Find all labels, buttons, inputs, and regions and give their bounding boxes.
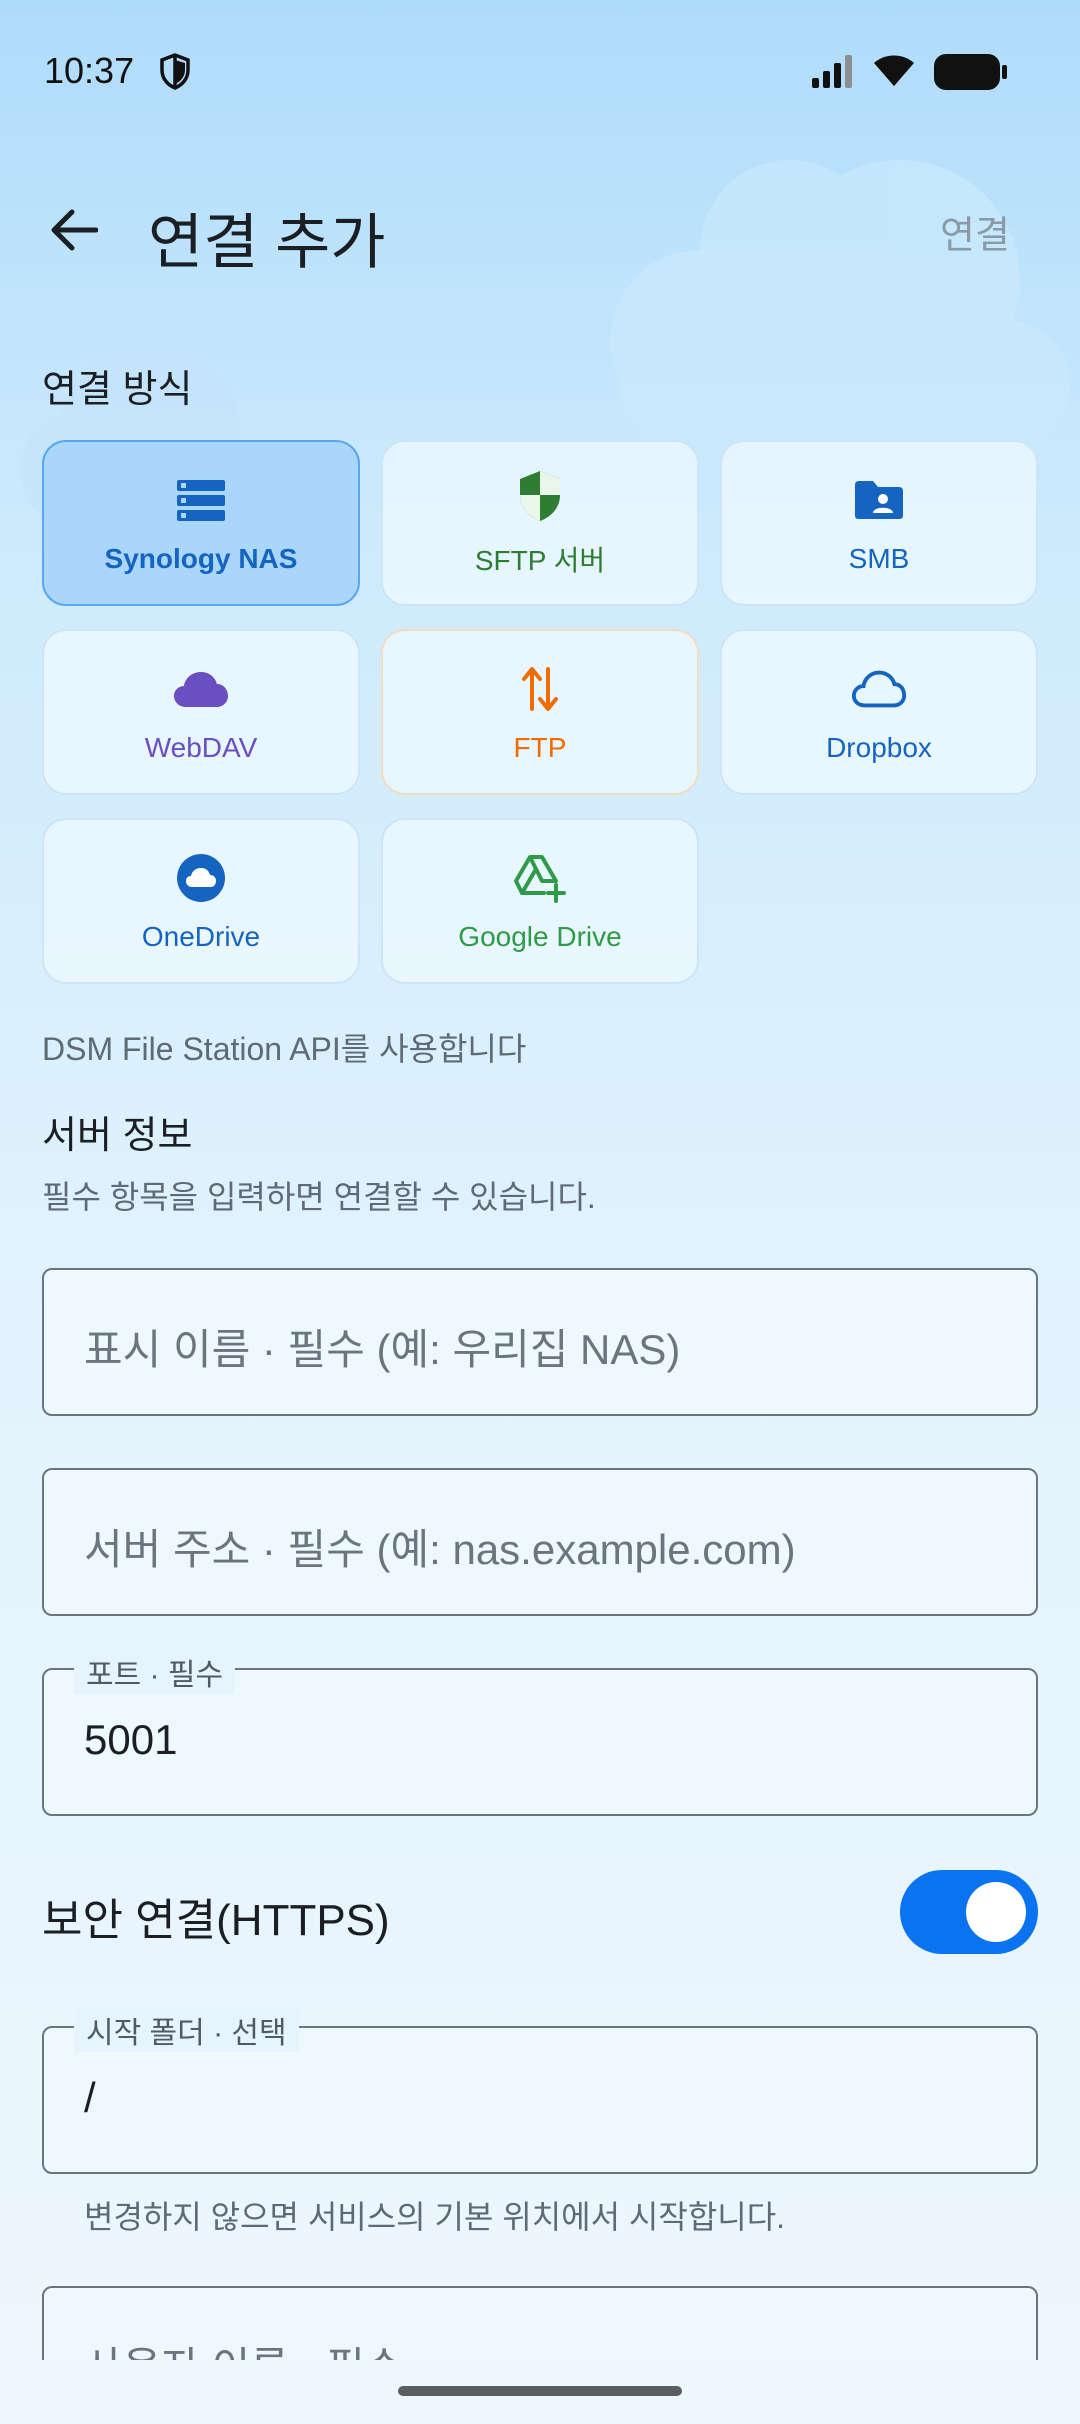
server-stack-icon [177, 480, 225, 521]
method-label: Dropbox [826, 732, 932, 763]
connect-button[interactable]: 연결 [940, 204, 1010, 259]
start-folder-field[interactable]: 시작 폴더 · 선택 / [42, 2008, 1038, 2174]
battery-icon [934, 54, 1007, 90]
transfer-arrows-icon [522, 667, 558, 711]
start-folder-value: / [84, 2074, 96, 2121]
method-sftp[interactable]: SFTP 서버 [381, 440, 699, 606]
method-onedrive[interactable]: OneDrive [42, 818, 360, 984]
method-label: Synology NAS [104, 543, 298, 574]
display-name-placeholder: 표시 이름 · 필수 (예: 우리집 NAS) [84, 1326, 681, 1373]
port-field-value: 5001 [84, 1716, 178, 1763]
username-field-container: 사용자 이름 · 필수 [42, 2286, 1038, 2360]
toggle-knob [966, 1882, 1026, 1942]
method-webdav[interactable]: WebDAV [42, 629, 360, 795]
page-title: 연결 추가 [148, 209, 386, 276]
arrow-back-icon [51, 209, 98, 251]
username-placeholder: 사용자 이름 · 필수 [84, 2334, 403, 2360]
server-info-label: 서버 정보 [42, 1115, 193, 1157]
server-address-placeholder: 서버 주소 · 필수 (예: nas.example.com) [84, 1526, 796, 1573]
method-label: Google Drive [458, 921, 622, 952]
method-label: FTP [513, 732, 567, 763]
drive-add-icon [514, 855, 566, 903]
method-label: SMB [848, 543, 910, 574]
method-label: WebDAV [144, 732, 258, 763]
method-dropbox[interactable]: Dropbox [720, 629, 1038, 795]
method-label: OneDrive [141, 921, 261, 952]
shield-status-icon [160, 53, 190, 90]
home-indicator[interactable] [398, 2386, 682, 2396]
top-app-bar: 연결 추가 연결 [0, 170, 1080, 290]
port-field[interactable]: 포트 · 필수 5001 [42, 1650, 1038, 1816]
port-field-label: 포트 · 필수 [74, 1650, 236, 1694]
status-time: 10:37 [44, 50, 135, 91]
connection-method-grid: Synology NAS SFTP 서버 SMB WebDAV FTP Drop… [42, 440, 1038, 986]
server-info-subtitle: 필수 항목을 입력하면 연결할 수 있습니다. [42, 1179, 596, 1215]
back-button[interactable] [36, 192, 112, 268]
server-address-field[interactable]: 서버 주소 · 필수 (예: nas.example.com) [42, 1468, 1038, 1616]
method-synology-nas[interactable]: Synology NAS [42, 440, 360, 606]
method-description: DSM File Station API를 사용합니다 [42, 1031, 527, 1067]
cloud-circle-icon [177, 854, 225, 902]
cloud-outline-icon [851, 670, 907, 708]
method-google-drive[interactable]: Google Drive [381, 818, 699, 984]
https-toggle-row: 보안 연결(HTTPS) [42, 1866, 1038, 1956]
https-label: 보안 연결(HTTPS) [42, 1896, 390, 1945]
method-smb[interactable]: SMB [720, 440, 1038, 606]
connection-method-label: 연결 방식 [42, 369, 193, 411]
cloud-filled-icon [174, 672, 228, 707]
status-bar: 10:37 [0, 0, 1080, 140]
method-ftp[interactable]: FTP [381, 629, 699, 795]
method-label: SFTP 서버 [474, 545, 606, 576]
start-folder-helper: 변경하지 않으면 서비스의 기본 위치에서 시작합니다. [84, 2199, 786, 2235]
display-name-field[interactable]: 표시 이름 · 필수 (예: 우리집 NAS) [42, 1268, 1038, 1416]
wifi-icon [874, 55, 914, 86]
username-field[interactable]: 사용자 이름 · 필수 [42, 2286, 1038, 2360]
signal-icon [812, 55, 852, 88]
start-folder-label: 시작 폴더 · 선택 [74, 2008, 299, 2052]
shared-folder-icon [855, 481, 903, 519]
shield-icon [520, 471, 560, 521]
https-toggle[interactable] [900, 1870, 1038, 1954]
